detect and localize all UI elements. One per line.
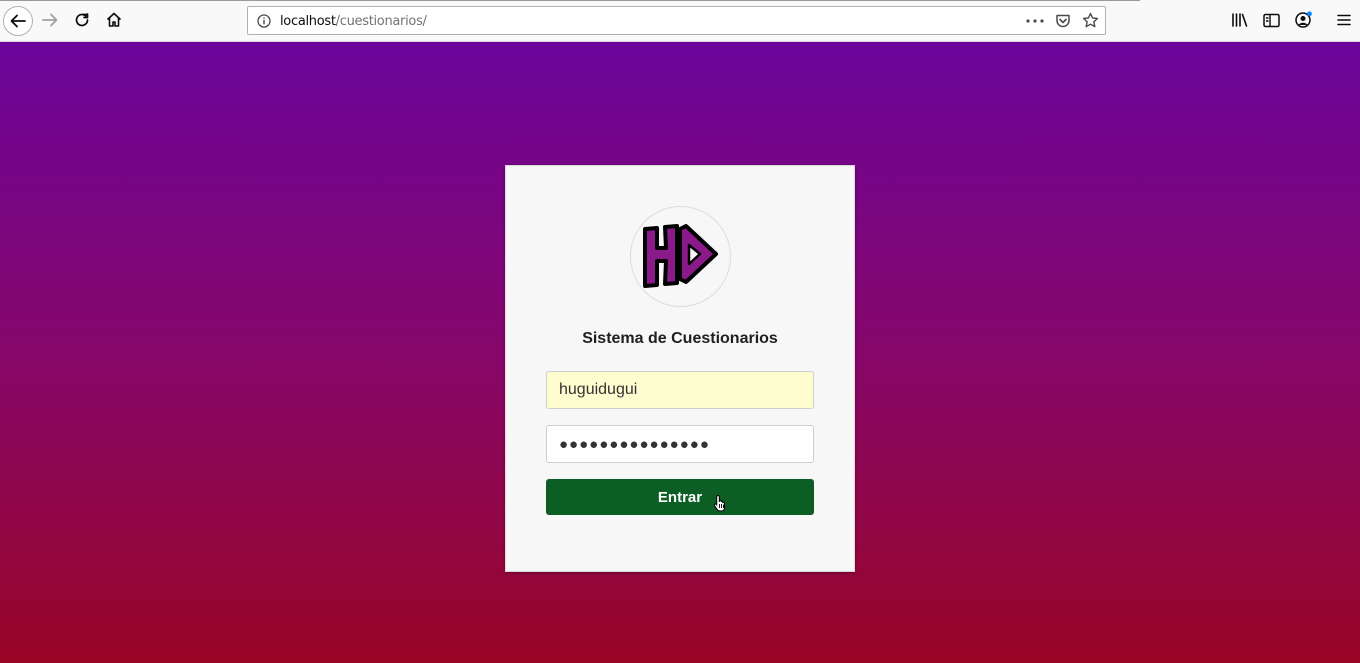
hd-logo-icon [642, 223, 718, 288]
back-button[interactable] [3, 6, 33, 36]
library-button[interactable] [1226, 6, 1254, 34]
account-icon [1295, 11, 1312, 28]
menu-button[interactable] [1330, 6, 1358, 34]
library-icon [1232, 13, 1248, 27]
url-path: /cuestionarios/ [335, 14, 427, 29]
info-icon[interactable] [257, 14, 271, 28]
more-dots-icon[interactable] [1026, 19, 1044, 23]
password-input[interactable]: ●●●●●●●●●●●●●●● [546, 425, 814, 463]
home-icon [106, 12, 122, 27]
star-icon[interactable] [1082, 12, 1099, 29]
sidebar-button[interactable] [1257, 6, 1285, 34]
submit-button[interactable]: Entrar [546, 479, 814, 515]
login-card: Sistema de Cuestionarios huguidugui ●●●●… [505, 165, 855, 572]
reload-button[interactable] [68, 6, 96, 34]
logo [630, 206, 731, 307]
pocket-icon[interactable] [1055, 13, 1071, 29]
home-button[interactable] [100, 6, 128, 34]
browser-toolbar: localhost/cuestionarios/ [0, 0, 1360, 42]
forward-arrow-icon [42, 13, 58, 27]
page-background: Sistema de Cuestionarios huguidugui ●●●●… [0, 42, 1360, 663]
account-button[interactable] [1289, 6, 1317, 34]
back-arrow-icon [10, 14, 26, 28]
username-input[interactable]: huguidugui [546, 371, 814, 409]
reload-icon [75, 13, 89, 27]
url-host: localhost [280, 14, 336, 29]
forward-button[interactable] [36, 6, 64, 34]
url-text[interactable]: localhost/cuestionarios/ [280, 14, 427, 29]
hand-cursor-icon [713, 494, 725, 512]
menu-icon [1337, 14, 1351, 26]
sidebar-icon [1262, 13, 1280, 27]
toolbar-top-line [0, 0, 1140, 1]
page-title: Sistema de Cuestionarios [582, 330, 778, 347]
url-bar[interactable]: localhost/cuestionarios/ [247, 6, 1106, 35]
